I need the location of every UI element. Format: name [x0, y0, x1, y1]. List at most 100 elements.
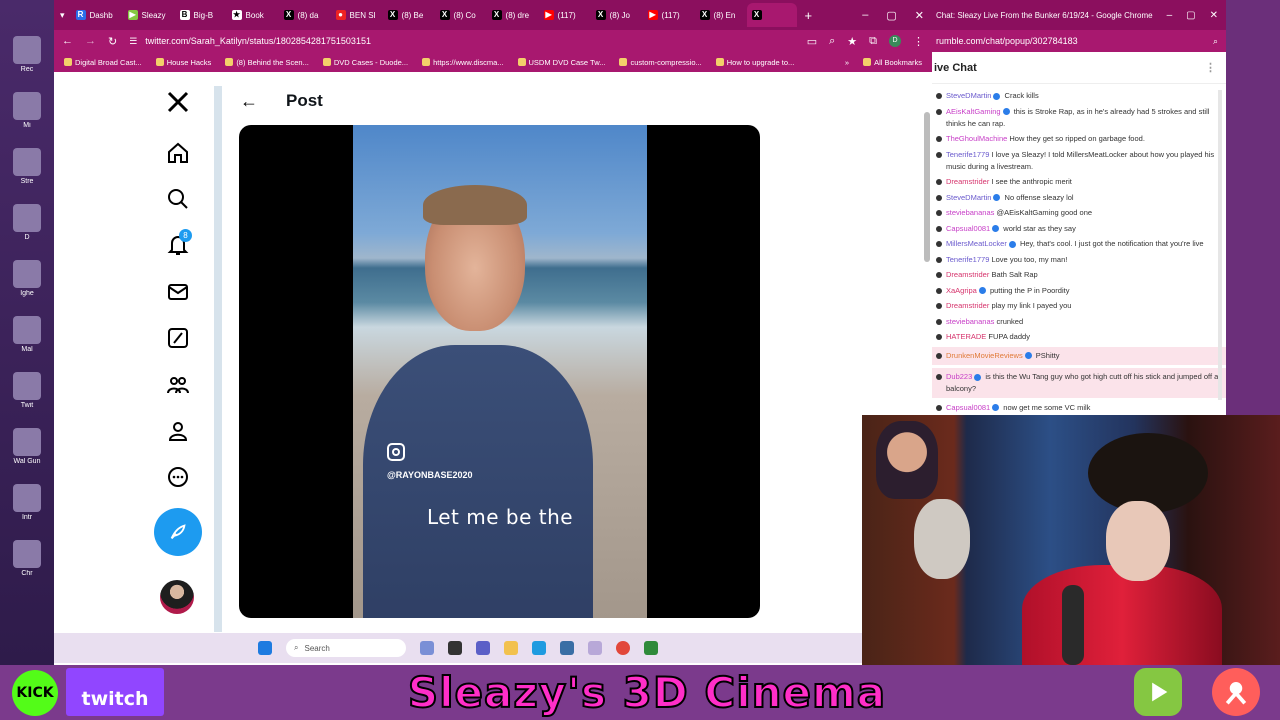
- desktop-icon[interactable]: Intr: [4, 482, 50, 528]
- reload-icon[interactable]: ↻: [108, 35, 117, 48]
- chrome-icon[interactable]: [616, 641, 630, 655]
- desktop-icon[interactable]: Ighe: [4, 258, 50, 304]
- edge-icon[interactable]: [532, 641, 546, 655]
- user-avatar-icon[interactable]: [936, 374, 942, 380]
- taskbar-search[interactable]: ⌕ Search: [286, 639, 406, 657]
- address-bar[interactable]: ☰ twitter.com/Sarah_Katilyn/status/18028…: [129, 32, 794, 50]
- maximize-icon[interactable]: ▢: [1186, 10, 1195, 21]
- user-avatar-icon[interactable]: [936, 303, 942, 309]
- user-avatar-icon[interactable]: [936, 194, 942, 201]
- terminal-icon[interactable]: [644, 641, 658, 655]
- chat-scrollbar[interactable]: [1218, 90, 1222, 400]
- chat-url-bar[interactable]: rumble.com/chat/popup/302784183 ⌕: [932, 30, 1226, 52]
- bookmark-item[interactable]: Digital Broad Cast...: [64, 58, 142, 67]
- desktop-icon[interactable]: Mi: [4, 90, 50, 136]
- browser-menu-icon[interactable]: ⋮: [913, 35, 924, 48]
- communities-icon[interactable]: [160, 367, 196, 403]
- chat-username[interactable]: TheGhoulMachine: [946, 134, 1007, 143]
- browser-tab[interactable]: ● BEN SI: [331, 3, 381, 27]
- chat-username[interactable]: MillersMeatLocker: [946, 239, 1007, 248]
- zoom-icon[interactable]: ⌕: [829, 35, 835, 48]
- user-avatar-icon[interactable]: [936, 225, 942, 232]
- messages-mail-icon[interactable]: [160, 274, 196, 310]
- notifications-bell-icon[interactable]: 8: [160, 227, 196, 263]
- desktop-icon[interactable]: Mal: [4, 314, 50, 360]
- site-info-icon[interactable]: ☰: [129, 36, 137, 47]
- home-icon[interactable]: [160, 135, 196, 171]
- minimize-icon[interactable]: –: [862, 9, 868, 22]
- user-avatar-icon[interactable]: [936, 404, 942, 411]
- back-icon[interactable]: ←: [62, 35, 73, 47]
- extensions-icon[interactable]: ⧉: [869, 35, 877, 48]
- chat-username[interactable]: Dub223: [946, 372, 972, 381]
- close-icon[interactable]: ✕: [915, 9, 924, 22]
- user-avatar-icon[interactable]: [936, 256, 942, 263]
- cast-icon[interactable]: ▭: [807, 35, 817, 48]
- user-avatar-icon[interactable]: [936, 334, 942, 340]
- chat-username[interactable]: Tenerife1779: [946, 255, 989, 264]
- chat-username[interactable]: Dreamstrider: [946, 177, 989, 186]
- compose-post-button[interactable]: [154, 508, 202, 556]
- explore-search-icon[interactable]: [160, 181, 196, 217]
- profile-person-icon[interactable]: [160, 413, 196, 449]
- desktop-icon[interactable]: Stre: [4, 146, 50, 192]
- user-avatar-icon[interactable]: [936, 108, 942, 115]
- browser-tab[interactable]: X (8) da: [279, 3, 329, 27]
- close-icon[interactable]: ✕: [1210, 10, 1218, 21]
- user-avatar-icon[interactable]: [936, 179, 942, 185]
- bookmark-item[interactable]: How to upgrade to...: [715, 58, 794, 67]
- chat-username[interactable]: Capsual0081: [946, 224, 990, 233]
- maximize-icon[interactable]: ▢: [886, 9, 896, 22]
- browser-tab[interactable]: X (8) Be: [383, 3, 433, 27]
- user-avatar-icon[interactable]: [936, 151, 942, 158]
- app-icon[interactable]: [588, 641, 602, 655]
- new-tab-button[interactable]: +: [805, 8, 813, 23]
- chat-username[interactable]: HATERADE: [946, 332, 986, 341]
- x-logo-icon[interactable]: [160, 84, 196, 120]
- all-bookmarks-button[interactable]: All Bookmarks: [863, 58, 922, 67]
- chat-username[interactable]: Tenerife1779: [946, 150, 989, 159]
- zoom-icon[interactable]: ⌕: [1213, 36, 1226, 47]
- desktop-icon[interactable]: D: [4, 202, 50, 248]
- more-options-icon[interactable]: [160, 459, 196, 495]
- browser-tab[interactable]: X: [746, 3, 797, 27]
- chat-username[interactable]: steviebananas: [946, 317, 994, 326]
- user-avatar-icon[interactable]: [936, 318, 942, 325]
- browser-tab[interactable]: ▶ (117): [539, 3, 589, 27]
- browser-tab[interactable]: R Dashb: [71, 3, 121, 27]
- browser-tab[interactable]: X (8) dre: [487, 3, 537, 27]
- grok-slash-icon[interactable]: [160, 320, 196, 356]
- profile-icon[interactable]: D: [889, 35, 901, 47]
- browser-tab[interactable]: ★ Book: [227, 3, 277, 27]
- task-view-icon[interactable]: [448, 641, 462, 655]
- chat-username[interactable]: AEisKaltGaming: [946, 107, 1001, 116]
- user-avatar-icon[interactable]: [936, 352, 942, 359]
- chat-menu-icon[interactable]: ⋮: [1205, 61, 1216, 74]
- user-avatar-icon[interactable]: [936, 93, 942, 99]
- desktop-icon[interactable]: Rec: [4, 34, 50, 80]
- teams-icon[interactable]: [476, 641, 490, 655]
- account-avatar[interactable]: [160, 580, 194, 614]
- bookmark-item[interactable]: USDM DVD Case Tw...: [517, 58, 605, 67]
- browser-tab[interactable]: X (8) En: [695, 3, 745, 27]
- chat-username[interactable]: SteveDMartin: [946, 91, 991, 100]
- user-avatar-icon[interactable]: [936, 287, 942, 294]
- bookmark-item[interactable]: https://www.discma...: [422, 58, 504, 67]
- user-avatar-icon[interactable]: [936, 272, 942, 278]
- bookmark-star-icon[interactable]: ★: [847, 35, 857, 48]
- file-explorer-icon[interactable]: [504, 641, 518, 655]
- chat-username[interactable]: Dreamstrider: [946, 301, 989, 310]
- user-avatar-icon[interactable]: [936, 210, 942, 216]
- forward-icon[interactable]: →: [85, 35, 96, 47]
- chat-username[interactable]: Capsual0081: [946, 403, 990, 412]
- start-windows-icon[interactable]: [258, 641, 272, 655]
- bookmark-item[interactable]: custom-compressio...: [619, 58, 702, 67]
- chat-username[interactable]: SteveDMartin: [946, 193, 991, 202]
- browser-tab[interactable]: B Big-B: [175, 3, 225, 27]
- page-scrollbar[interactable]: [924, 112, 930, 262]
- browser-tab[interactable]: X (8) Jo: [591, 3, 641, 27]
- browser-tab[interactable]: ▶ Sleazy: [123, 3, 173, 27]
- store-icon[interactable]: [560, 641, 574, 655]
- browser-tab[interactable]: X (8) Co: [435, 3, 485, 27]
- bookmark-item[interactable]: (8) Behind the Scen...: [225, 58, 309, 67]
